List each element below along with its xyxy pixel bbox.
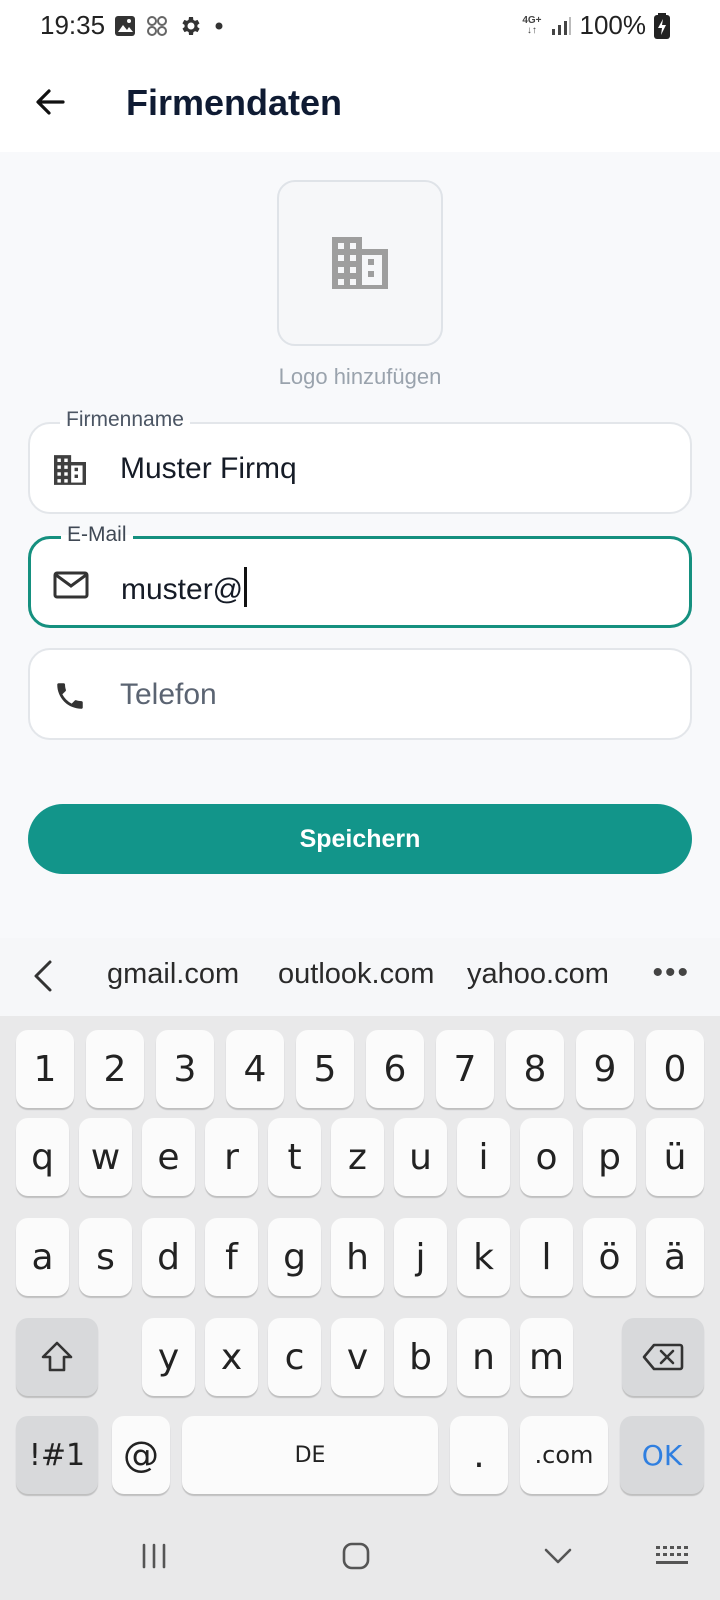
network-icon: 4G+ ↓↑ xyxy=(522,14,542,36)
key-z[interactable]: z xyxy=(331,1118,384,1196)
recent-apps-icon xyxy=(142,1543,166,1569)
key-w[interactable]: w xyxy=(79,1118,132,1196)
key-oe[interactable]: ö xyxy=(583,1218,636,1296)
key-3[interactable]: 3 xyxy=(156,1030,214,1108)
key-f[interactable]: f xyxy=(205,1218,258,1296)
suggestion-bar: gmail.com outlook.com yahoo.com ••• xyxy=(0,938,720,1016)
battery-percent: 100% xyxy=(579,10,647,40)
key-a[interactable]: a xyxy=(16,1218,69,1296)
signal-icon xyxy=(551,16,571,35)
ok-key[interactable]: OK xyxy=(620,1416,704,1494)
status-left-icons xyxy=(114,14,226,38)
image-icon xyxy=(115,16,135,36)
key-v[interactable]: v xyxy=(331,1318,384,1396)
pinwheel-icon xyxy=(147,16,167,36)
key-8[interactable]: 8 xyxy=(506,1030,564,1108)
battery-charging-icon xyxy=(654,12,670,39)
email-label: E-Mail xyxy=(61,523,133,547)
company-name-label: Firmenname xyxy=(60,408,190,432)
key-7[interactable]: 7 xyxy=(436,1030,494,1108)
page-title: Firmendaten xyxy=(126,82,343,123)
key-s[interactable]: s xyxy=(79,1218,132,1296)
dot-key[interactable]: . xyxy=(450,1416,508,1494)
space-key[interactable]: DE xyxy=(182,1416,438,1494)
key-y[interactable]: y xyxy=(142,1318,195,1396)
chevron-left-icon[interactable] xyxy=(24,956,64,996)
key-h[interactable]: h xyxy=(331,1218,384,1296)
key-r[interactable]: r xyxy=(205,1118,258,1196)
shift-icon xyxy=(41,1341,73,1372)
key-n[interactable]: n xyxy=(457,1318,510,1396)
email-input-text: muster@ xyxy=(121,573,244,606)
shift-key[interactable] xyxy=(16,1318,98,1396)
email-field[interactable]: E-Mail muster@ xyxy=(28,523,692,628)
phone-icon xyxy=(50,676,90,716)
at-key[interactable]: @ xyxy=(112,1416,170,1494)
save-button[interactable]: Speichern xyxy=(28,804,692,874)
gear-icon xyxy=(182,17,200,35)
company-name-input[interactable]: Muster Firmq xyxy=(120,452,297,486)
status-time: 19:35 xyxy=(40,10,106,40)
key-l[interactable]: l xyxy=(520,1218,573,1296)
key-9[interactable]: 9 xyxy=(576,1030,634,1108)
logo-upload-button[interactable] xyxy=(277,180,443,346)
status-right: 4G+ ↓↑ 100% xyxy=(522,10,670,41)
keyboard-switch-button[interactable] xyxy=(642,1536,702,1576)
company-name-field[interactable]: Firmenname Muster Firmq xyxy=(28,408,692,514)
key-6[interactable]: 6 xyxy=(366,1030,424,1108)
building-icon xyxy=(50,450,90,490)
phone-input[interactable]: Telefon xyxy=(120,678,217,712)
dotcom-key[interactable]: .com xyxy=(520,1416,608,1494)
key-ue[interactable]: ü xyxy=(646,1118,704,1196)
key-d[interactable]: d xyxy=(142,1218,195,1296)
key-0[interactable]: 0 xyxy=(646,1030,704,1108)
key-4[interactable]: 4 xyxy=(226,1030,284,1108)
arrow-left-icon xyxy=(36,89,65,115)
keyboard-icon xyxy=(656,1546,688,1564)
backspace-icon xyxy=(642,1343,684,1371)
key-q[interactable]: q xyxy=(16,1118,69,1196)
app-bar: Firmendaten xyxy=(0,52,720,152)
suggestion-outlook[interactable]: outlook.com xyxy=(278,958,434,991)
network-type: 4G+ xyxy=(522,14,542,26)
hide-keyboard-button[interactable] xyxy=(528,1536,588,1576)
form-content: Logo hinzufügen Firmenname Muster Firmq … xyxy=(0,152,720,938)
backspace-key[interactable] xyxy=(622,1318,704,1396)
key-c[interactable]: c xyxy=(268,1318,321,1396)
more-options-icon[interactable]: ••• xyxy=(652,956,690,990)
key-x[interactable]: x xyxy=(205,1318,258,1396)
building-icon xyxy=(332,237,388,289)
key-k[interactable]: k xyxy=(457,1218,510,1296)
dot-icon xyxy=(215,22,223,30)
system-nav-bar xyxy=(0,1510,720,1600)
recent-apps-button[interactable] xyxy=(124,1536,184,1576)
key-i[interactable]: i xyxy=(457,1118,510,1196)
key-j[interactable]: j xyxy=(394,1218,447,1296)
back-button[interactable] xyxy=(26,78,74,126)
suggestion-gmail[interactable]: gmail.com xyxy=(107,958,239,991)
key-5[interactable]: 5 xyxy=(296,1030,354,1108)
phone-field[interactable]: Telefon xyxy=(28,648,692,740)
key-2[interactable]: 2 xyxy=(86,1030,144,1108)
suggestion-yahoo[interactable]: yahoo.com xyxy=(467,958,609,991)
key-t[interactable]: t xyxy=(268,1118,321,1196)
key-m[interactable]: m xyxy=(520,1318,573,1396)
key-ae[interactable]: ä xyxy=(646,1218,704,1296)
text-caret xyxy=(244,567,248,607)
mail-icon xyxy=(51,565,91,605)
key-o[interactable]: o xyxy=(520,1118,573,1196)
key-u[interactable]: u xyxy=(394,1118,447,1196)
logo-label: Logo hinzufügen xyxy=(278,364,442,389)
key-1[interactable]: 1 xyxy=(16,1030,74,1108)
key-e[interactable]: e xyxy=(142,1118,195,1196)
email-input[interactable]: muster@ xyxy=(121,567,248,607)
key-p[interactable]: p xyxy=(583,1118,636,1196)
home-button[interactable] xyxy=(326,1536,386,1576)
key-g[interactable]: g xyxy=(268,1218,321,1296)
status-bar: 19:35 4G+ ↓↑ 100% xyxy=(0,0,720,52)
symbols-key[interactable]: !#1 xyxy=(16,1416,98,1494)
home-icon xyxy=(342,1542,370,1570)
key-b[interactable]: b xyxy=(394,1318,447,1396)
hide-keyboard-icon xyxy=(544,1548,572,1564)
